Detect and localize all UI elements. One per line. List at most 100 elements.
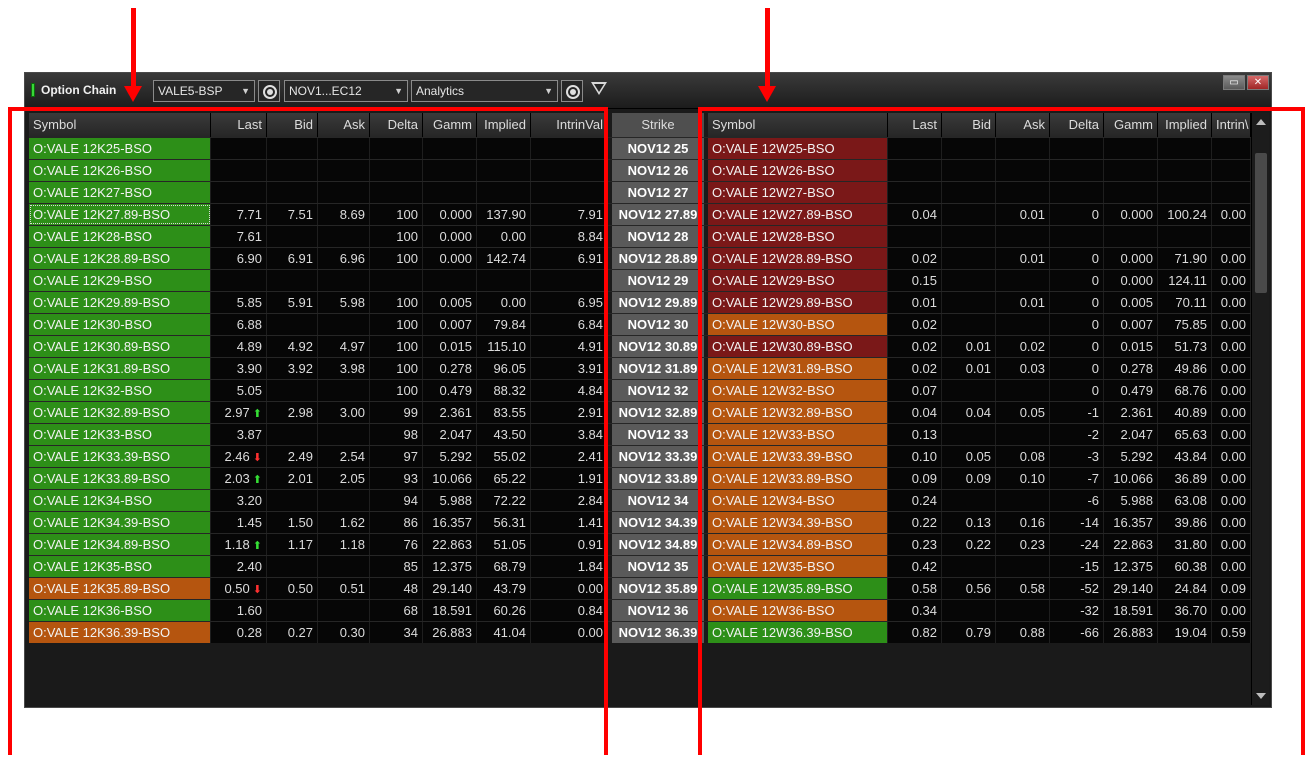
call-header-ask[interactable]: Ask: [318, 113, 370, 137]
put-symbol-cell[interactable]: O:VALE 12W28.89-BSO: [708, 248, 888, 269]
put-symbol-cell[interactable]: O:VALE 12W36.39-BSO: [708, 622, 888, 643]
put-symbol-cell[interactable]: O:VALE 12W35.89-BSO: [708, 578, 888, 599]
call-symbol-cell[interactable]: O:VALE 12K27.89-BSO: [29, 204, 211, 225]
call-symbol-cell[interactable]: O:VALE 12K36-BSO: [29, 600, 211, 621]
put-header-ask[interactable]: Ask: [996, 113, 1050, 137]
put-symbol-cell[interactable]: O:VALE 12W31.89-BSO: [708, 358, 888, 379]
table-row[interactable]: O:VALE 12K25-BSO NOV12 25 O:VALE 12W25-BSO: [29, 137, 1251, 159]
call-header-implied[interactable]: Implied: [477, 113, 531, 137]
table-row[interactable]: O:VALE 12K32-BSO 5.05 100 0.479 88.32 4.84 NOV…: [29, 379, 1251, 401]
table-row[interactable]: O:VALE 12K33-BSO 3.87 98 2.047 43.50 3.84 NOV1…: [29, 423, 1251, 445]
put-symbol-cell[interactable]: O:VALE 12W35-BSO: [708, 556, 888, 577]
put-symbol-cell[interactable]: O:VALE 12W27.89-BSO: [708, 204, 888, 225]
expiry-combo[interactable]: NOV1...EC12 ▼: [284, 80, 408, 102]
put-symbol-cell[interactable]: O:VALE 12W25-BSO: [708, 138, 888, 159]
call-symbol-cell[interactable]: O:VALE 12K34.39-BSO: [29, 512, 211, 533]
put-header-last[interactable]: Last: [888, 113, 942, 137]
call-symbol-cell[interactable]: O:VALE 12K35.89-BSO: [29, 578, 211, 599]
call-header-gamma[interactable]: Gamm: [423, 113, 477, 137]
put-symbol-cell[interactable]: O:VALE 12W33-BSO: [708, 424, 888, 445]
vertical-scrollbar[interactable]: [1251, 113, 1269, 705]
put-symbol-cell[interactable]: O:VALE 12W30.89-BSO: [708, 336, 888, 357]
put-symbol-cell[interactable]: O:VALE 12W30-BSO: [708, 314, 888, 335]
scroll-up-icon[interactable]: [1256, 119, 1266, 125]
put-header-delta[interactable]: Delta: [1050, 113, 1104, 137]
call-symbol-cell[interactable]: O:VALE 12K30-BSO: [29, 314, 211, 335]
call-header-symbol[interactable]: Symbol: [29, 113, 211, 137]
close-button[interactable]: ✕: [1247, 75, 1269, 90]
table-row[interactable]: O:VALE 12K36-BSO 1.60 68 18.591 60.26 0.84 NOV…: [29, 599, 1251, 621]
table-row[interactable]: O:VALE 12K29.89-BSO 5.85 5.91 5.98 100 0.005 0…: [29, 291, 1251, 313]
put-symbol-cell[interactable]: O:VALE 12W27-BSO: [708, 182, 888, 203]
table-row[interactable]: O:VALE 12K33.39-BSO 2.46 ⬇ 2.49 2.54 97 5.292 5…: [29, 445, 1251, 467]
put-header-gamma[interactable]: Gamm: [1104, 113, 1158, 137]
table-row[interactable]: O:VALE 12K30-BSO 6.88 100 0.007 79.84 6.84 NOV…: [29, 313, 1251, 335]
call-symbol-cell[interactable]: O:VALE 12K35-BSO: [29, 556, 211, 577]
put-symbol-cell[interactable]: O:VALE 12W34-BSO: [708, 490, 888, 511]
call-header-intrinsic[interactable]: IntrinVal: [531, 113, 608, 137]
call-symbol-cell[interactable]: O:VALE 12K33.39-BSO: [29, 446, 211, 467]
put-symbol-cell[interactable]: O:VALE 12W29-BSO: [708, 270, 888, 291]
analytics-settings-gear-icon[interactable]: [561, 80, 583, 102]
put-symbol-cell[interactable]: O:VALE 12W36-BSO: [708, 600, 888, 621]
table-row[interactable]: O:VALE 12K28.89-BSO 6.90 6.91 6.96 100 0.000 1…: [29, 247, 1251, 269]
table-row[interactable]: O:VALE 12K34-BSO 3.20 94 5.988 72.22 2.84 NOV1…: [29, 489, 1251, 511]
call-symbol-cell[interactable]: O:VALE 12K36.39-BSO: [29, 622, 211, 643]
call-symbol-cell[interactable]: O:VALE 12K33.89-BSO: [29, 468, 211, 489]
scroll-thumb[interactable]: [1255, 153, 1267, 293]
call-symbol-cell[interactable]: O:VALE 12K28.89-BSO: [29, 248, 211, 269]
table-row[interactable]: O:VALE 12K35-BSO 2.40 85 12.375 68.79 1.84 NOV…: [29, 555, 1251, 577]
call-symbol-cell[interactable]: O:VALE 12K31.89-BSO: [29, 358, 211, 379]
call-symbol-cell[interactable]: O:VALE 12K26-BSO: [29, 160, 211, 181]
restore-button[interactable]: ▭: [1223, 75, 1245, 90]
strike-cell: NOV12 30: [608, 314, 708, 335]
table-row[interactable]: O:VALE 12K31.89-BSO 3.90 3.92 3.98 100 0.278 9…: [29, 357, 1251, 379]
table-row[interactable]: O:VALE 12K36.39-BSO 0.28 0.27 0.30 34 26.883 4…: [29, 621, 1251, 643]
call-symbol-cell[interactable]: O:VALE 12K27-BSO: [29, 182, 211, 203]
scroll-down-icon[interactable]: [1256, 693, 1266, 699]
call-symbol-cell[interactable]: O:VALE 12K34.89-BSO: [29, 534, 211, 555]
analytics-combo[interactable]: Analytics ▼: [411, 80, 558, 102]
put-header-implied[interactable]: Implied: [1158, 113, 1212, 137]
put-header-symbol[interactable]: Symbol: [708, 113, 888, 137]
put-symbol-cell[interactable]: O:VALE 12W34.89-BSO: [708, 534, 888, 555]
table-row[interactable]: O:VALE 12K28-BSO 7.61 100 0.000 0.00 8.84 NOV1…: [29, 225, 1251, 247]
call-symbol-cell[interactable]: O:VALE 12K33-BSO: [29, 424, 211, 445]
table-row[interactable]: O:VALE 12K26-BSO NOV12 26 O:VALE 12W26-BSO: [29, 159, 1251, 181]
table-row[interactable]: O:VALE 12K27.89-BSO 7.71 7.51 8.69 100 0.000 1…: [29, 203, 1251, 225]
table-row[interactable]: O:VALE 12K27-BSO NOV12 27 O:VALE 12W27-BSO: [29, 181, 1251, 203]
table-row[interactable]: O:VALE 12K35.89-BSO 0.50 ⬇ 0.50 0.51 48 29.140…: [29, 577, 1251, 599]
put-last-cell: 0.07: [888, 380, 942, 401]
call-symbol-cell[interactable]: O:VALE 12K32.89-BSO: [29, 402, 211, 423]
put-symbol-cell[interactable]: O:VALE 12W34.39-BSO: [708, 512, 888, 533]
put-symbol-cell[interactable]: O:VALE 12W33.89-BSO: [708, 468, 888, 489]
call-symbol-cell[interactable]: O:VALE 12K32-BSO: [29, 380, 211, 401]
call-symbol-cell[interactable]: O:VALE 12K34-BSO: [29, 490, 211, 511]
call-header-delta[interactable]: Delta: [370, 113, 423, 137]
put-header-bid[interactable]: Bid: [942, 113, 996, 137]
put-symbol-cell[interactable]: O:VALE 12W28-BSO: [708, 226, 888, 247]
table-row[interactable]: O:VALE 12K30.89-BSO 4.89 4.92 4.97 100 0.015 1…: [29, 335, 1251, 357]
call-header-bid[interactable]: Bid: [267, 113, 318, 137]
put-symbol-cell[interactable]: O:VALE 12W33.39-BSO: [708, 446, 888, 467]
table-row[interactable]: O:VALE 12K32.89-BSO 2.97 ⬆ 2.98 3.00 99 2.361 8…: [29, 401, 1251, 423]
table-row[interactable]: O:VALE 12K34.39-BSO 1.45 1.50 1.62 86 16.357 5…: [29, 511, 1251, 533]
call-symbol-cell[interactable]: O:VALE 12K28-BSO: [29, 226, 211, 247]
table-row[interactable]: O:VALE 12K34.89-BSO 1.18 ⬆ 1.17 1.18 76 22.863…: [29, 533, 1251, 555]
strike-header[interactable]: Strike: [608, 113, 708, 137]
symbol-combo[interactable]: VALE5-BSP ▼: [153, 80, 255, 102]
put-symbol-cell[interactable]: O:VALE 12W29.89-BSO: [708, 292, 888, 313]
put-symbol-cell[interactable]: O:VALE 12W26-BSO: [708, 160, 888, 181]
call-header-last[interactable]: Last: [211, 113, 267, 137]
put-symbol-cell[interactable]: O:VALE 12W32.89-BSO: [708, 402, 888, 423]
call-symbol-cell[interactable]: O:VALE 12K29.89-BSO: [29, 292, 211, 313]
call-symbol-cell[interactable]: O:VALE 12K25-BSO: [29, 138, 211, 159]
table-row[interactable]: O:VALE 12K29-BSO NOV12 29 O:VALE 12W29-BSO…: [29, 269, 1251, 291]
call-symbol-cell[interactable]: O:VALE 12K30.89-BSO: [29, 336, 211, 357]
put-symbol-cell[interactable]: O:VALE 12W32-BSO: [708, 380, 888, 401]
put-header-intrinsic[interactable]: Intrin\: [1212, 113, 1251, 137]
filter-icon[interactable]: [591, 82, 607, 95]
call-symbol-cell[interactable]: O:VALE 12K29-BSO: [29, 270, 211, 291]
table-row[interactable]: O:VALE 12K33.89-BSO 2.03 ⬆ 2.01 2.05 93 10.066…: [29, 467, 1251, 489]
symbol-settings-gear-icon[interactable]: [258, 80, 280, 102]
